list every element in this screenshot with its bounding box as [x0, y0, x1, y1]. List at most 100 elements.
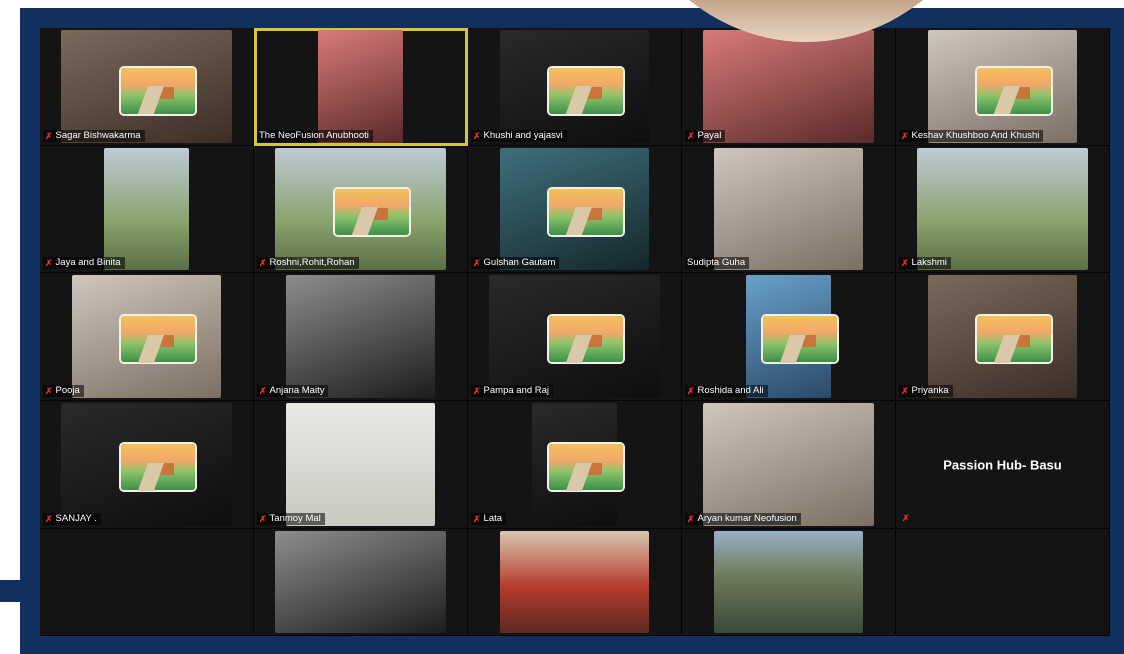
mic-muted-icon: ✗ [473, 514, 481, 524]
mic-muted-icon: ✗ [902, 513, 910, 523]
participant-video [103, 148, 190, 270]
mic-muted-icon: ✗ [259, 386, 267, 396]
participant-video [317, 30, 404, 143]
participant-name: Payal [697, 130, 722, 141]
participant-name: SANJAY . [55, 513, 97, 524]
participant-tile[interactable]: ✗ Pampa and Raj [468, 273, 682, 401]
participant-name-label: ✗ Priyanka [899, 385, 953, 397]
participant-tile[interactable]: Passion Hub- Basu ✗ [896, 401, 1110, 529]
participant-name-label: ✗ Payal [685, 130, 726, 142]
painting-image [548, 188, 623, 235]
participant-name: The NeoFusion Anubhooti [259, 130, 369, 141]
painting-image [976, 316, 1051, 363]
participant-name-label: ✗ Gulshan Gautam [471, 257, 560, 269]
participant-tile[interactable]: ✗ Jaya and Binita [40, 146, 254, 273]
participant-tile[interactable] [254, 529, 468, 636]
participant-name-label: Sudipta Guha [685, 257, 750, 269]
participant-name: Keshav Khushboo And Khushi [911, 130, 1040, 141]
mic-muted-icon: ✗ [687, 131, 695, 141]
participant-name-label: ✗ Sagar Bishwakarma [43, 130, 145, 142]
mic-muted-icon: ✗ [473, 131, 481, 141]
mic-muted-icon: ✗ [259, 258, 267, 268]
painting-image [548, 444, 623, 491]
participant-name-label: ✗ Roshida and Ali [685, 385, 768, 397]
participant-video [917, 148, 1088, 270]
mic-muted-icon: ✗ [45, 258, 53, 268]
participant-name: Gulshan Gautam [483, 257, 556, 268]
participant-tile[interactable] [682, 529, 896, 636]
participant-name-label: ✗ Jaya and Binita [43, 257, 125, 269]
participant-center-name: Passion Hub- Basu [943, 457, 1062, 472]
participant-name-label: The NeoFusion Anubhooti [257, 130, 373, 142]
participant-name: Lata [483, 513, 503, 524]
mic-muted-icon: ✗ [901, 131, 909, 141]
participant-video [499, 531, 650, 633]
painting-image [548, 316, 623, 363]
participant-name: Roshida and Ali [697, 385, 764, 396]
participant-name-label: ✗ Pampa and Raj [471, 385, 554, 397]
participant-tile[interactable]: ✗ Anjana Maity [254, 273, 468, 401]
participant-video [285, 275, 436, 398]
participant-name: Pampa and Raj [483, 385, 550, 396]
mic-muted-icon: ✗ [45, 131, 53, 141]
participant-tile[interactable]: ✗ Tanmoy Mal [254, 401, 468, 529]
participant-tile[interactable]: ✗ SANJAY . [40, 401, 254, 529]
participant-name-label: ✗ SANJAY . [43, 513, 101, 525]
participant-name: Roshni,Rohit,Rohan [269, 257, 355, 268]
participant-name: Priyanka [911, 385, 949, 396]
mic-muted-icon: ✗ [473, 258, 481, 268]
participant-name-label: ✗ Khushi and yajasvi [471, 130, 567, 142]
participant-name-label: ✗ Roshni,Rohit,Rohan [257, 257, 359, 269]
participant-name-label: ✗ Lakshmi [899, 257, 951, 269]
participant-name: Pooja [55, 385, 80, 396]
blue-accent-bar [0, 580, 40, 602]
participant-tile[interactable]: ✗ Payal [682, 28, 896, 146]
participant-name-label: ✗ Keshav Khushboo And Khushi [899, 130, 1044, 142]
gallery-grid: ✗ Sagar Bishwakarma The NeoFusion Anubhoot… [40, 28, 1110, 636]
participant-tile[interactable] [896, 529, 1110, 636]
participant-name-label: ✗ Anjana Maity [257, 385, 329, 397]
participant-video [275, 531, 446, 633]
participant-name: Sagar Bishwakarma [55, 130, 141, 141]
participant-tile[interactable]: ✗ Aryan kumar Neofusion [682, 401, 896, 529]
participant-name: Aryan kumar Neofusion [697, 513, 797, 524]
painting-image [120, 316, 195, 363]
participant-tile[interactable]: The NeoFusion Anubhooti [254, 28, 468, 146]
painting-image [548, 67, 623, 114]
participant-video [713, 531, 864, 633]
participant-video [703, 403, 874, 526]
mic-muted-icon: ✗ [45, 514, 53, 524]
participant-tile[interactable] [468, 529, 682, 636]
participant-tile[interactable]: ✗ Priyanka [896, 273, 1110, 401]
participant-tile[interactable]: ✗ Lata [468, 401, 682, 529]
painting-image [334, 188, 409, 235]
participant-tile[interactable]: ✗ Khushi and yajasvi [468, 28, 682, 146]
participant-tile[interactable]: ✗ Roshida and Ali [682, 273, 896, 401]
painting-image [120, 444, 195, 491]
participant-name: Jaya and Binita [55, 257, 121, 268]
participant-name: Lakshmi [911, 257, 947, 268]
participant-tile[interactable]: ✗ Keshav Khushboo And Khushi [896, 28, 1110, 146]
mic-muted-icon: ✗ [473, 386, 481, 396]
video-call-screen: ✗ Sagar Bishwakarma The NeoFusion Anubhoot… [40, 28, 1110, 636]
participant-tile[interactable]: ✗ Pooja [40, 273, 254, 401]
painting-image [762, 316, 837, 363]
participant-video [703, 30, 874, 143]
participant-name-label: ✗ Pooja [43, 385, 84, 397]
painting-image [976, 67, 1051, 114]
participant-tile[interactable]: ✗ Sagar Bishwakarma [40, 28, 254, 146]
participant-tile[interactable]: ✗ Gulshan Gautam [468, 146, 682, 273]
participant-name-label: ✗ Aryan kumar Neofusion [685, 513, 801, 525]
participant-tile[interactable] [40, 529, 254, 636]
participant-video [285, 403, 436, 526]
participant-name: Sudipta Guha [687, 257, 746, 268]
participant-tile[interactable]: ✗ Lakshmi [896, 146, 1110, 273]
participant-name: Khushi and yajasvi [483, 130, 563, 141]
mic-muted-icon: ✗ [687, 514, 695, 524]
participant-name: Tanmoy Mal [269, 513, 321, 524]
participant-tile[interactable]: Sudipta Guha [682, 146, 896, 273]
mic-muted-icon: ✗ [259, 514, 267, 524]
participant-name-label: ✗ Lata [471, 513, 507, 525]
participant-tile[interactable]: ✗ Roshni,Rohit,Rohan [254, 146, 468, 273]
mic-muted-icon: ✗ [45, 386, 53, 396]
